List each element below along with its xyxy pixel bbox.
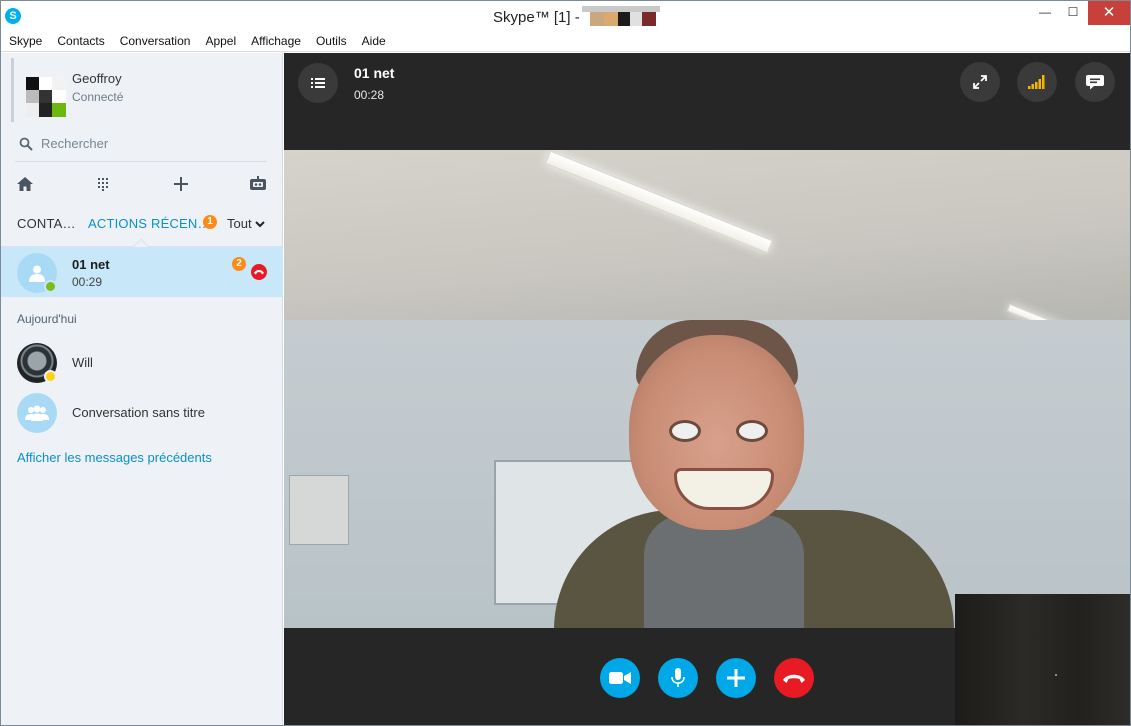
skype-logo-icon[interactable]: S [5,8,21,24]
menu-contacts[interactable]: Contacts [57,32,104,51]
plus-icon [727,669,745,687]
chat-bubble-icon [1086,75,1104,90]
away-status-icon [44,370,57,383]
person-eye [669,420,701,442]
hang-up-button[interactable] [774,658,814,698]
add-contact-button[interactable] [170,174,192,194]
fullscreen-icon [973,75,987,89]
bot-icon [250,176,266,190]
call-contact-name: 01 net [354,65,395,81]
call-quality-button[interactable] [1017,62,1057,102]
skype-window: S Skype™ [1] - — ☐ ✕ Skype Contacts Conv… [0,0,1131,726]
call-panel: 01 net 00:28 [284,53,1130,725]
home-icon [17,177,33,191]
menu-aide[interactable]: Aide [362,32,386,51]
video-ceiling [284,150,1130,320]
show-previous-messages-link[interactable]: Afficher les messages précédents [17,450,212,465]
menu-skype[interactable]: Skype [9,32,42,51]
menu-appel[interactable]: Appel [205,32,236,51]
conversation-name: 01 net [72,257,110,272]
remote-video-feed [284,150,1130,628]
minimize-button[interactable]: — [1031,1,1059,25]
online-status-icon [44,280,57,293]
search-divider [15,161,267,162]
filter-label: Tout [227,216,252,231]
hang-up-icon [783,674,805,683]
window-title-area: Skype™ [1] - [493,6,660,26]
conversation-time: 00:29 [72,275,103,289]
microphone-button[interactable] [658,658,698,698]
unread-badge: 2 [232,257,246,271]
contact-name-will[interactable]: Will [72,355,93,370]
hang-up-icon [254,270,264,275]
plus-icon [174,177,188,191]
window-title: Skype™ [1] - [493,8,580,26]
filter-dropdown[interactable]: Tout [227,216,265,231]
call-menu-button[interactable] [298,63,338,103]
fullscreen-button[interactable] [960,62,1000,102]
menu-conversation[interactable]: Conversation [120,32,191,51]
person-shirt [644,515,804,628]
maximize-button[interactable]: ☐ [1059,1,1087,25]
chevron-down-icon [254,220,265,227]
dialpad-button[interactable] [92,174,114,194]
person-smile [674,468,774,510]
video-camera-icon [609,672,631,684]
menu-outils[interactable]: Outils [316,32,347,51]
list-menu-icon [311,78,325,88]
signal-icon [1028,75,1045,89]
video-toggle-button[interactable] [600,658,640,698]
call-duration: 00:28 [354,88,385,102]
group-icon [25,405,49,421]
title-bar: S Skype™ [1] - — ☐ ✕ [1,1,1130,32]
tab-recent-actions[interactable]: ACTIONS RÉCEN… [88,216,211,231]
search-icon [19,137,33,151]
sidebar: Geoffroy Connecté Rechercher CONTA… ACTI… [1,53,283,725]
search-input[interactable] [37,132,267,154]
add-participant-button[interactable] [716,658,756,698]
close-button[interactable]: ✕ [1088,1,1130,25]
person-eye [736,420,768,442]
end-call-small-button[interactable] [251,264,267,280]
person-icon [29,265,45,282]
section-header-today: Aujourd'hui [17,312,77,326]
home-button[interactable] [14,174,36,194]
profile-avatar[interactable] [26,77,66,117]
profile-status[interactable]: Connecté [72,90,123,104]
profile-accent-bar [11,58,14,122]
tab-contacts[interactable]: CONTA… [17,216,76,231]
self-video-preview[interactable] [955,594,1130,725]
microphone-icon [671,668,685,687]
bot-button[interactable] [247,174,269,194]
redacted-name-blocks [581,6,660,26]
profile-name[interactable]: Geoffroy [72,71,122,86]
video-poster [289,475,349,545]
active-conversation-item[interactable]: 01 net 00:29 2 [1,247,283,297]
conversation-name-untitled[interactable]: Conversation sans titre [72,405,205,420]
group-avatar[interactable] [17,393,57,433]
chat-button[interactable] [1075,62,1115,102]
recent-count-badge: 1 [203,215,217,229]
dialpad-icon [98,178,108,191]
menu-bar: Skype Contacts Conversation Appel Affich… [1,32,1130,52]
menu-affichage[interactable]: Affichage [251,32,301,51]
